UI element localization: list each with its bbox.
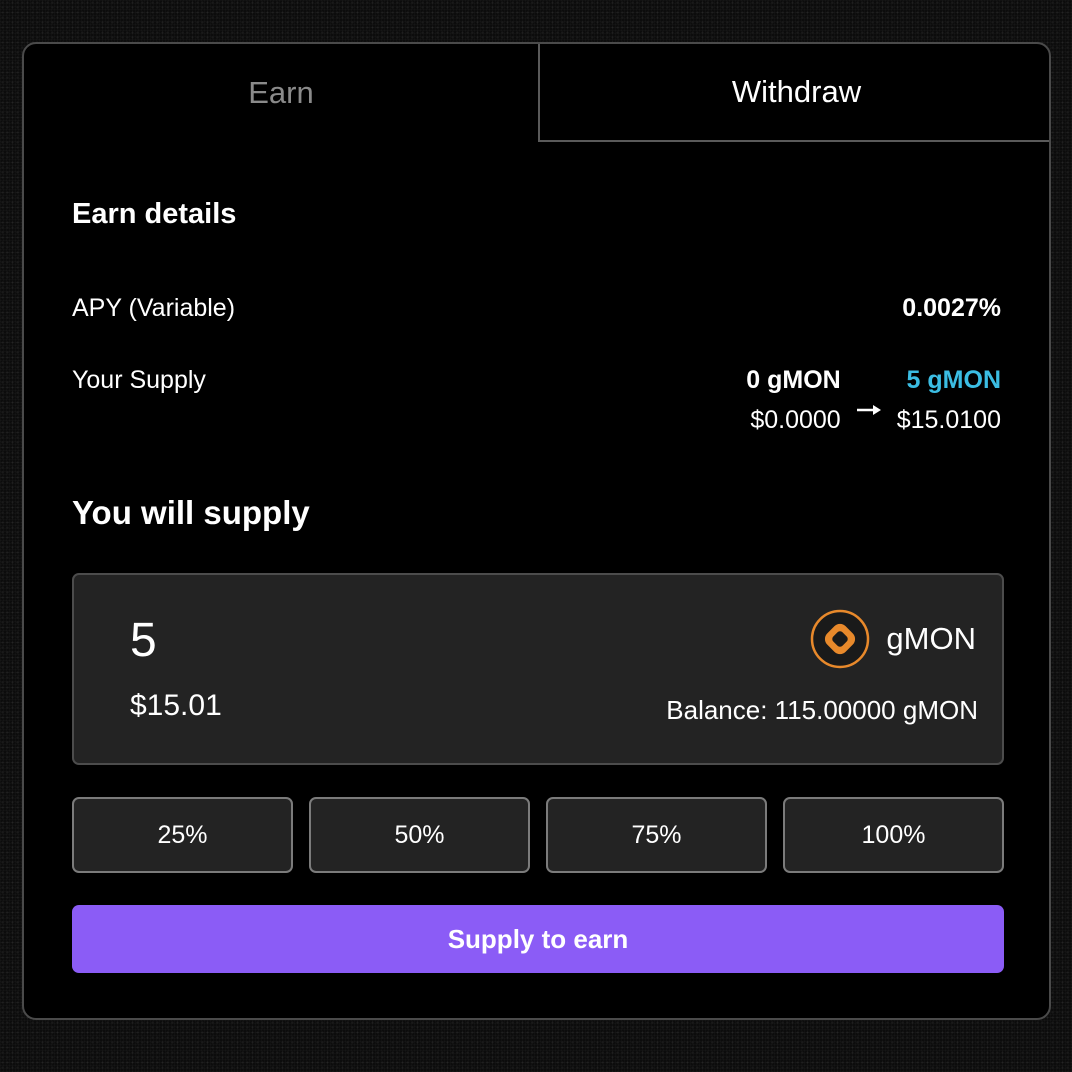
percent-75-button[interactable]: 75% [546, 797, 767, 873]
amount-input[interactable] [130, 613, 530, 668]
amount-usd-value: $15.01 [130, 689, 222, 722]
supply-next-amount: 5 gMON [906, 366, 1001, 394]
token-balance: Balance: 115.00000 gMON [666, 695, 978, 725]
supply-next: 5 gMON $15.0100 [897, 364, 1001, 436]
percent-50-button[interactable]: 50% [309, 797, 530, 873]
supply-change: 0 gMON $0.0000 5 gMON $15.0100 [746, 364, 1001, 436]
token-selector: gMON [810, 609, 976, 669]
supply-amount-box: $15.01 gMON Balance: 115.00000 gMON [72, 573, 1004, 765]
earn-withdraw-card: Earn Withdraw Earn details APY (Variable… [22, 42, 1051, 1020]
percent-25-button[interactable]: 25% [72, 797, 293, 873]
arrow-right-icon [855, 400, 883, 420]
tab-earn[interactable]: Earn [24, 44, 538, 142]
your-supply-label: Your Supply [72, 366, 206, 394]
you-will-supply-title: You will supply [72, 494, 310, 531]
supply-next-usd: $15.0100 [896, 406, 1001, 434]
apy-label: APY (Variable) [72, 294, 236, 322]
token-name: gMON [886, 621, 976, 656]
tab-withdraw[interactable]: Withdraw [538, 44, 1049, 142]
earn-details-title: Earn details [72, 198, 237, 230]
supply-current-amount: 0 gMON [746, 366, 841, 394]
percent-button-row: 25% 50% 75% 100% [72, 797, 1004, 873]
supply-current-usd: $0.0000 [750, 406, 841, 434]
gmon-token-icon [810, 609, 870, 669]
tab-bar: Earn Withdraw [24, 44, 1049, 142]
percent-100-button[interactable]: 100% [783, 797, 1004, 873]
supply-to-earn-button[interactable]: Supply to earn [72, 905, 1004, 973]
supply-current: 0 gMON $0.0000 [746, 364, 840, 436]
apy-value: 0.0027% [902, 294, 1001, 322]
